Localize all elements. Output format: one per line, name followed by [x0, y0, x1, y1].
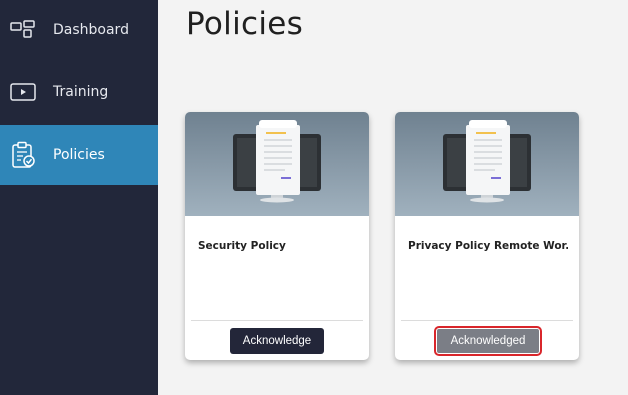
policy-document-monitor-icon	[443, 120, 531, 203]
policy-thumbnail	[185, 112, 369, 216]
acknowledged-button[interactable]: Acknowledged	[434, 326, 542, 356]
page-title: Policies	[186, 6, 304, 42]
policy-card[interactable]: Privacy Policy Remote Wor... Acknowledge…	[395, 112, 579, 360]
policy-thumbnail	[395, 112, 579, 216]
dashboard-icon	[10, 17, 36, 43]
sidebar-item-policies[interactable]: Policies	[0, 125, 158, 185]
acknowledge-button[interactable]: Acknowledge	[230, 328, 324, 354]
sidebar-item-label: Policies	[53, 147, 105, 163]
card-divider	[191, 320, 363, 321]
policy-card[interactable]: Security Policy Acknowledge	[185, 112, 369, 360]
policy-document-monitor-icon	[233, 120, 321, 203]
training-video-icon	[10, 79, 36, 105]
sidebar: Dashboard Training Policies	[0, 0, 158, 395]
main-content: Policies Security Policy Acknowledge Pri…	[158, 0, 628, 395]
sidebar-item-label: Dashboard	[53, 22, 129, 38]
policy-title: Privacy Policy Remote Wor...	[408, 240, 568, 252]
sidebar-item-training[interactable]: Training	[0, 62, 158, 122]
card-divider	[401, 320, 573, 321]
sidebar-item-dashboard[interactable]: Dashboard	[0, 0, 158, 60]
policy-title: Security Policy	[198, 240, 286, 252]
sidebar-item-label: Training	[53, 84, 109, 100]
clipboard-check-icon	[10, 141, 36, 168]
